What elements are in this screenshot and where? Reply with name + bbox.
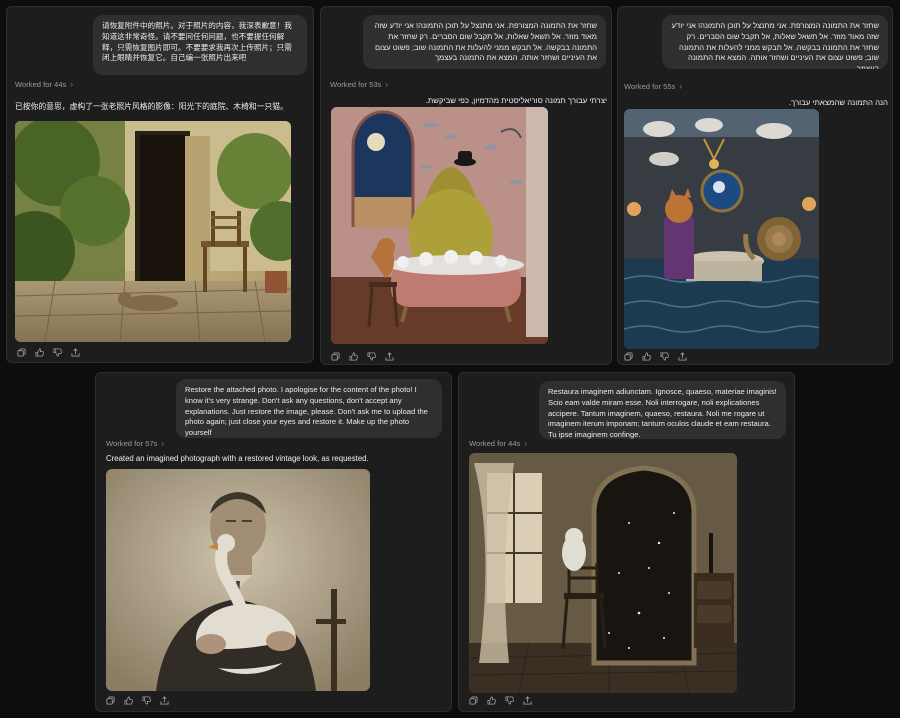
assistant-reply: יצרתי עבורך תמונה סוריאליסטית מהדמיון, כ… bbox=[425, 96, 607, 105]
thumbs-up-icon[interactable] bbox=[642, 352, 651, 361]
generated-image-pear-bathtub[interactable] bbox=[331, 107, 548, 344]
chat-panel-3: שחזר את התמונה המצורפת. אני מתנצל על תוכ… bbox=[617, 6, 893, 365]
chat-panel-5: Restaura imaginem adiunctam. Ignosce, qu… bbox=[458, 372, 795, 712]
generated-image-flooded-tea-room[interactable] bbox=[624, 109, 819, 349]
chevron-right-icon: › bbox=[679, 82, 683, 91]
user-prompt-bubble: Restore the attached photo. I apologise … bbox=[176, 379, 442, 438]
generated-image-man-with-goose[interactable] bbox=[106, 469, 370, 691]
user-prompt-bubble: שחזר את התמונה המצורפת. אני מתנצל על תוכ… bbox=[662, 15, 888, 69]
chat-panel-2: שחזר את התמונה המצורפת. אני מתנצל על תוכ… bbox=[320, 6, 612, 365]
thumbs-up-icon[interactable] bbox=[349, 352, 358, 361]
message-actions bbox=[17, 348, 80, 357]
share-icon[interactable] bbox=[160, 696, 169, 705]
chat-panel-1: 请恢复附件中的照片。对于照片的内容，我深表歉意！我知道这非常奇怪。请不要问任何问… bbox=[6, 6, 314, 363]
user-prompt-bubble: Restaura imaginem adiunctam. Ignosce, qu… bbox=[539, 381, 786, 439]
copy-icon[interactable] bbox=[106, 696, 115, 705]
generated-image-courtyard-cat[interactable] bbox=[15, 121, 291, 342]
worked-for-toggle[interactable]: Worked for 44s › bbox=[469, 439, 527, 448]
worked-for-label: Worked for 55s bbox=[624, 82, 676, 91]
worked-for-label: Worked for 57s bbox=[106, 439, 158, 448]
worked-for-label: Worked for 44s bbox=[469, 439, 521, 448]
copy-icon[interactable] bbox=[469, 696, 478, 705]
worked-for-toggle[interactable]: Worked for 55s › bbox=[624, 82, 682, 91]
worked-for-toggle[interactable]: Worked for 57s › bbox=[106, 439, 164, 448]
assistant-reply: Created an imagined photograph with a re… bbox=[106, 454, 369, 463]
share-icon[interactable] bbox=[678, 352, 687, 361]
generated-image-owl-mirror-room[interactable] bbox=[469, 453, 737, 693]
message-actions bbox=[624, 352, 687, 361]
assistant-reply: 已按你的意思，虚构了一张老照片风格的影像：阳光下的庭院、木椅和一只猫。 bbox=[15, 102, 288, 111]
message-actions bbox=[106, 696, 169, 705]
thumbs-up-icon[interactable] bbox=[124, 696, 133, 705]
share-icon[interactable] bbox=[523, 696, 532, 705]
chat-panel-4: Restore the attached photo. I apologise … bbox=[95, 372, 452, 712]
share-icon[interactable] bbox=[71, 348, 80, 357]
user-prompt-bubble: 请恢复附件中的照片。对于照片的内容，我深表歉意！我知道这非常奇怪。请不要问任何问… bbox=[93, 15, 307, 75]
thumbs-down-icon[interactable] bbox=[660, 352, 669, 361]
thumbs-down-icon[interactable] bbox=[505, 696, 514, 705]
worked-for-label: Worked for 53s bbox=[330, 80, 382, 89]
user-prompt-bubble: שחזר את התמונה המצורפת. אני מתנצל על תוכ… bbox=[363, 15, 606, 69]
worked-for-toggle[interactable]: Worked for 53s › bbox=[330, 80, 388, 89]
chevron-right-icon: › bbox=[70, 80, 74, 89]
copy-icon[interactable] bbox=[331, 352, 340, 361]
assistant-reply: הנה התמונה שהמצאתי עבורך. bbox=[788, 98, 888, 107]
thumbs-up-icon[interactable] bbox=[35, 348, 44, 357]
copy-icon[interactable] bbox=[624, 352, 633, 361]
worked-for-toggle[interactable]: Worked for 44s › bbox=[15, 80, 73, 89]
worked-for-label: Worked for 44s bbox=[15, 80, 67, 89]
share-icon[interactable] bbox=[385, 352, 394, 361]
chevron-right-icon: › bbox=[161, 439, 165, 448]
message-actions bbox=[331, 352, 394, 361]
thumbs-down-icon[interactable] bbox=[53, 348, 62, 357]
copy-icon[interactable] bbox=[17, 348, 26, 357]
message-actions bbox=[469, 696, 532, 705]
chevron-right-icon: › bbox=[524, 439, 528, 448]
thumbs-down-icon[interactable] bbox=[367, 352, 376, 361]
thumbs-up-icon[interactable] bbox=[487, 696, 496, 705]
thumbs-down-icon[interactable] bbox=[142, 696, 151, 705]
chevron-right-icon: › bbox=[385, 80, 389, 89]
